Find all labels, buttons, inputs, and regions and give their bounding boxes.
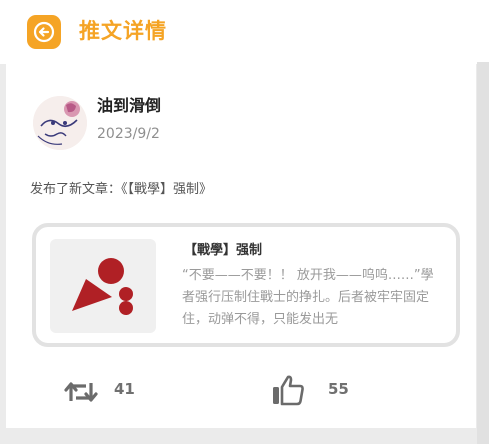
retweet-icon	[64, 382, 98, 402]
retweet-count: 41	[114, 380, 135, 398]
article-title: 【戰學】强制	[184, 243, 263, 258]
retweet-button[interactable]	[61, 376, 101, 408]
article-thumbnail	[50, 239, 156, 333]
like-count: 55	[328, 380, 349, 398]
app-header: 推文详情	[0, 0, 489, 64]
article-placeholder-icon	[72, 258, 133, 315]
post-date: 2023/9/2	[97, 126, 160, 142]
article-excerpt: “不要——不要！！ 放开我——呜呜……”學者强行压制住戰士的挣扎。后者被牢牢固定…	[182, 268, 434, 327]
page-title: 推文详情	[79, 19, 167, 43]
thumbs-up-icon	[273, 375, 304, 406]
arrow-left-icon	[33, 21, 55, 43]
avatar[interactable]	[33, 96, 87, 150]
article-preview[interactable]: 【戰學】强制 “不要——不要！！ 放开我——呜呜……”學者强行压制住戰士的挣扎。…	[32, 223, 460, 347]
author-name[interactable]: 油到滑倒	[97, 92, 161, 116]
scrollbar[interactable]	[477, 62, 489, 444]
back-button[interactable]	[27, 15, 61, 49]
post-text: 发布了新文章：《【戰學】强制》	[30, 182, 213, 197]
post-card: 油到滑倒 2023/9/2 发布了新文章：《【戰學】强制》 【戰學】强制 “不要…	[6, 64, 476, 428]
like-button[interactable]	[269, 372, 307, 408]
